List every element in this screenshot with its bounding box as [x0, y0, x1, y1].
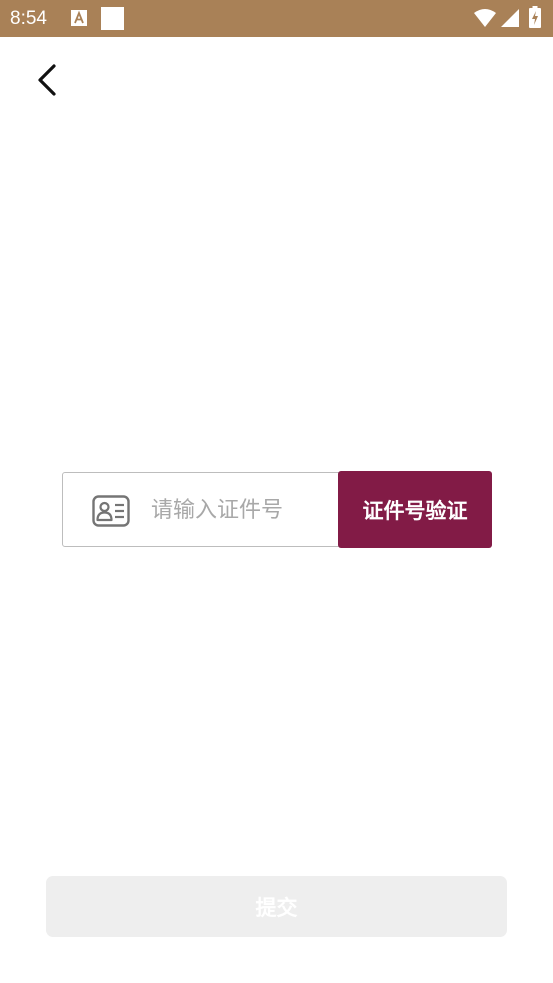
id-number-input[interactable] — [151, 489, 331, 531]
back-button[interactable] — [26, 58, 66, 102]
wifi-icon — [474, 9, 496, 27]
battery-charging-icon — [529, 6, 541, 28]
status-time: 8:54 — [10, 8, 47, 29]
id-card-icon — [92, 495, 130, 527]
white-square-icon — [101, 7, 124, 30]
verify-id-button[interactable]: 证件号验证 — [338, 471, 492, 548]
submit-button[interactable]: 提交 — [46, 876, 507, 937]
status-bar: 8:54 — [0, 0, 553, 37]
text-a-icon — [71, 10, 87, 26]
cell-signal-icon — [501, 9, 519, 27]
chevron-left-icon — [38, 64, 56, 96]
